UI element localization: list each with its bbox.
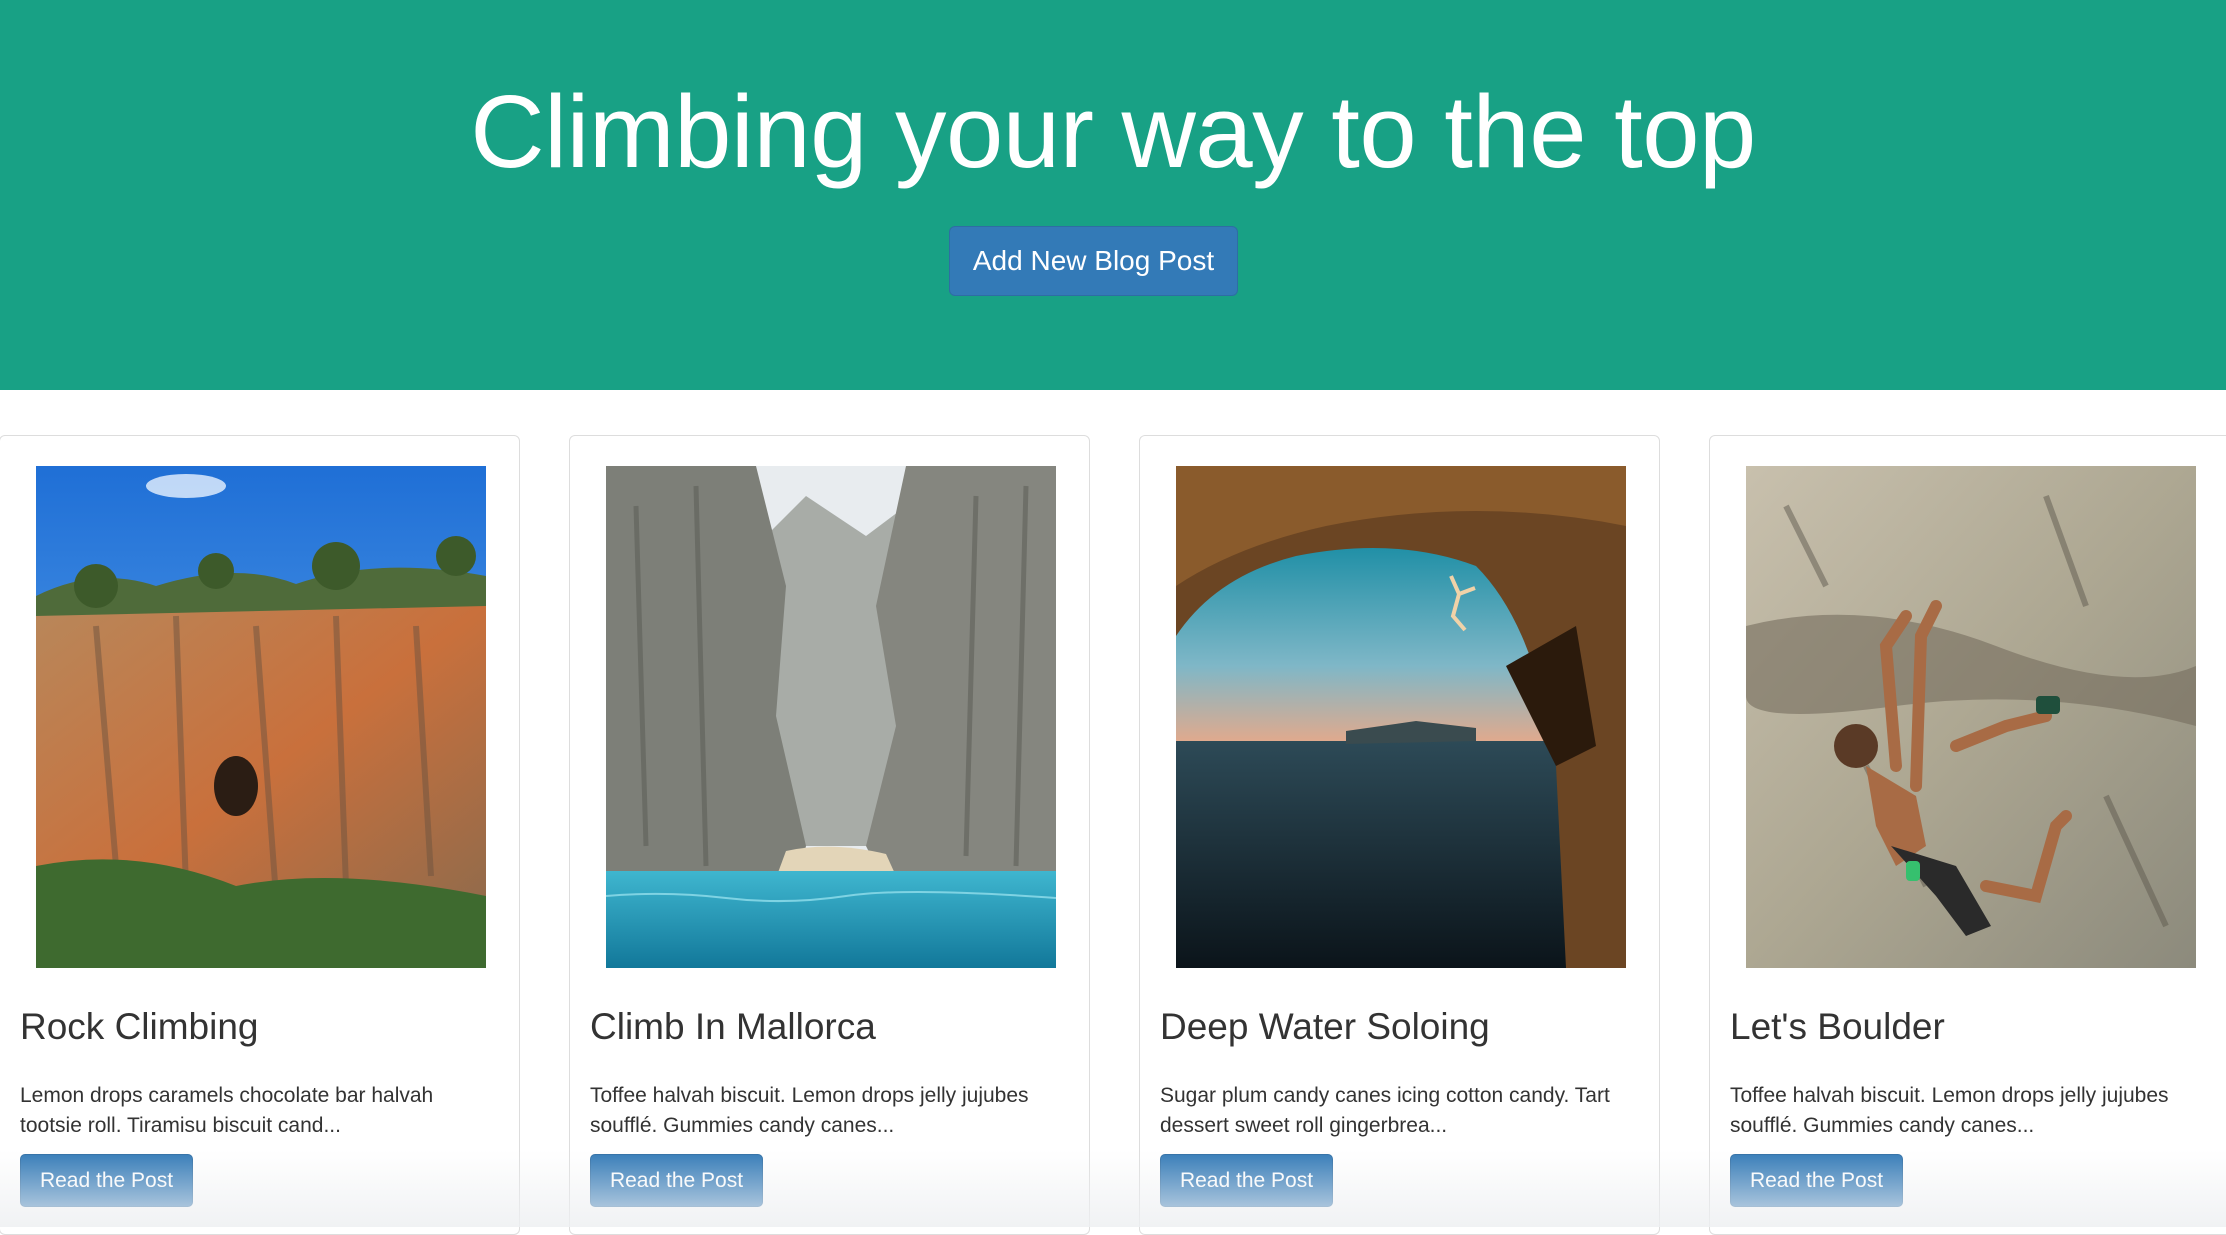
post-excerpt: Sugar plum candy canes icing cotton cand… bbox=[1160, 1084, 1610, 1137]
post-image-bouldering-climber bbox=[1746, 466, 2196, 968]
post-excerpt: Toffee halvah biscuit. Lemon drops jelly… bbox=[1730, 1084, 2169, 1137]
post-title: Climb In Mallorca bbox=[590, 1006, 876, 1047]
blog-post-grid: Rock Climbing Lemon drops caramels choco… bbox=[0, 435, 2226, 1235]
blog-post-card: Deep Water Soloing Sugar plum candy cane… bbox=[1139, 435, 1660, 1235]
hero-banner: Climbing your way to the top Add New Blo… bbox=[0, 0, 2226, 390]
post-title: Deep Water Soloing bbox=[1160, 1006, 1490, 1047]
blog-post-card: Climb In Mallorca Toffee halvah biscuit.… bbox=[569, 435, 1090, 1235]
blog-post-card: Let's Boulder Toffee halvah biscuit. Lem… bbox=[1709, 435, 2226, 1235]
post-excerpt: Lemon drops caramels chocolate bar halva… bbox=[20, 1084, 434, 1137]
read-post-button[interactable]: Read the Post bbox=[1730, 1154, 1903, 1207]
read-post-button[interactable]: Read the Post bbox=[590, 1154, 763, 1207]
blog-post-card: Rock Climbing Lemon drops caramels choco… bbox=[0, 435, 520, 1235]
post-title: Rock Climbing bbox=[20, 1006, 259, 1047]
post-title: Let's Boulder bbox=[1730, 1006, 1945, 1047]
page-title: Climbing your way to the top bbox=[470, 74, 1756, 189]
post-image-sea-cave-climber bbox=[1176, 466, 1626, 968]
post-excerpt: Toffee halvah biscuit. Lemon drops jelly… bbox=[590, 1084, 1029, 1137]
read-post-button[interactable]: Read the Post bbox=[1160, 1154, 1333, 1207]
post-image-rock-cliff bbox=[36, 466, 486, 968]
post-image-gorge-beach bbox=[606, 466, 1056, 968]
read-post-button[interactable]: Read the Post bbox=[20, 1154, 193, 1207]
add-new-blog-post-button[interactable]: Add New Blog Post bbox=[949, 226, 1238, 296]
